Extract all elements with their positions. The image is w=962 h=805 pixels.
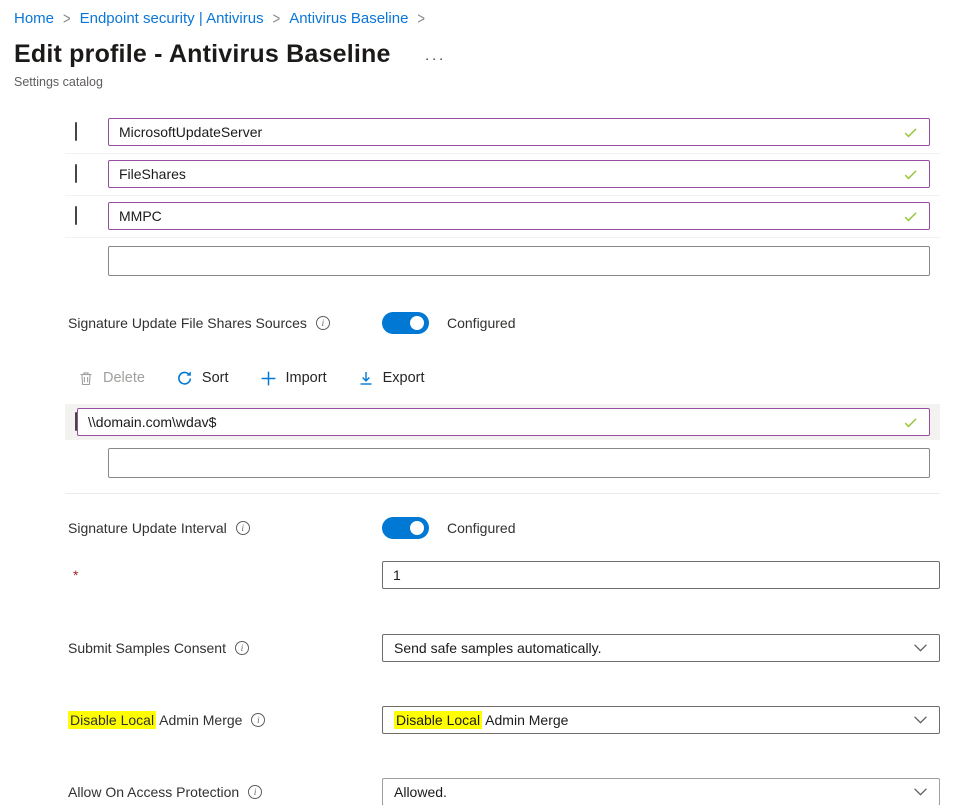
page-header: Home > Endpoint security | Antivirus > A… [0, 0, 962, 89]
source-input[interactable]: MicrosoftUpdateServer [108, 118, 930, 146]
interval-input[interactable]: 1 [382, 561, 940, 589]
breadcrumb-antivirus-baseline[interactable]: Antivirus Baseline [289, 10, 408, 27]
setting-label: Signature Update Interval [68, 520, 227, 536]
on-access-protection-setting: Allow On Access Protection i Allowed. [65, 778, 940, 805]
disable-local-admin-merge-setting: Disable Local Admin Merge i Disable Loca… [65, 706, 940, 734]
submit-samples-setting: Submit Samples Consent i Send safe sampl… [65, 634, 940, 662]
toggle-state-label: Configured [447, 315, 516, 331]
file-shares-sources-setting: Signature Update File Shares Sources i C… [65, 312, 940, 334]
list-item: MicrosoftUpdateServer [65, 112, 940, 154]
setting-label: Signature Update File Shares Sources [68, 315, 307, 331]
interval-value: 1 [393, 567, 401, 583]
submit-samples-dropdown[interactable]: Send safe samples automatically. [382, 634, 940, 662]
info-icon[interactable]: i [251, 713, 265, 727]
sort-refresh-icon [176, 370, 193, 387]
valid-check-icon [902, 166, 919, 183]
selected-option: Disable Local Admin Merge [394, 712, 568, 728]
import-button[interactable]: Import [260, 370, 327, 387]
breadcrumb-chevron-icon: > [63, 9, 71, 28]
selected-option: Allowed. [394, 784, 447, 800]
interval-value-row: * 1 [65, 561, 940, 589]
chevron-down-icon [913, 640, 928, 656]
more-menu-ellipsis-icon[interactable]: ··· [425, 50, 446, 67]
update-interval-setting: Signature Update Interval i Configured [65, 517, 940, 539]
configured-toggle[interactable] [382, 517, 429, 539]
setting-label: Disable Local Admin Merge [68, 712, 242, 728]
source-input[interactable]: MMPC [108, 202, 930, 230]
delete-button[interactable]: Delete [78, 370, 145, 387]
list-toolbar: Delete Sort Import [65, 365, 940, 391]
delete-label: Delete [103, 370, 145, 386]
new-source-input[interactable] [108, 246, 930, 276]
setting-label: Allow On Access Protection [68, 784, 239, 800]
page-subtitle: Settings catalog [14, 75, 948, 89]
list-item: FileShares [65, 154, 940, 196]
breadcrumb: Home > Endpoint security | Antivirus > A… [14, 10, 948, 27]
toggle-state-label: Configured [447, 520, 516, 536]
new-share-input[interactable] [108, 448, 930, 478]
valid-check-icon [902, 414, 919, 431]
chevron-down-icon [913, 712, 928, 728]
page-title: Edit profile - Antivirus Baseline [14, 40, 391, 69]
search-highlight: Disable Local [394, 711, 482, 729]
breadcrumb-home[interactable]: Home [14, 10, 54, 27]
download-icon [358, 370, 374, 387]
valid-check-icon [902, 124, 919, 141]
breadcrumb-chevron-icon: > [273, 9, 281, 28]
required-asterisk: * [65, 567, 382, 583]
share-value: \\domain.com\wdav$ [88, 414, 894, 430]
info-icon[interactable]: i [235, 641, 249, 655]
info-icon[interactable]: i [248, 785, 262, 799]
export-label: Export [383, 370, 425, 386]
info-icon[interactable]: i [316, 316, 330, 330]
source-input[interactable]: FileShares [108, 160, 930, 188]
trash-icon [78, 370, 94, 387]
source-value: MicrosoftUpdateServer [119, 124, 894, 140]
search-highlight: Disable Local [68, 711, 156, 729]
list-item: MMPC [65, 196, 940, 238]
breadcrumb-endpoint-security[interactable]: Endpoint security | Antivirus [80, 10, 264, 27]
sort-button[interactable]: Sort [176, 370, 229, 387]
setting-label: Submit Samples Consent [68, 640, 226, 656]
list-item-empty [65, 238, 940, 283]
info-icon[interactable]: i [236, 521, 250, 535]
signature-sources-list: MicrosoftUpdateServer FileShares [65, 112, 940, 283]
chevron-down-icon [913, 784, 928, 800]
edit-profile-page: Home > Endpoint security | Antivirus > A… [0, 0, 962, 805]
import-label: Import [286, 370, 327, 386]
valid-check-icon [902, 208, 919, 225]
source-value: FileShares [119, 166, 894, 182]
row-checkbox[interactable] [75, 206, 77, 225]
list-item-selected: \\domain.com\wdav$ [65, 404, 940, 440]
selected-option: Send safe samples automatically. [394, 640, 602, 656]
export-button[interactable]: Export [358, 370, 425, 387]
section-divider [65, 493, 940, 494]
sort-label: Sort [202, 370, 229, 386]
row-checkbox[interactable] [75, 122, 77, 141]
configured-toggle[interactable] [382, 312, 429, 334]
disable-local-admin-merge-dropdown[interactable]: Disable Local Admin Merge [382, 706, 940, 734]
plus-icon [260, 370, 277, 387]
breadcrumb-chevron-icon: > [417, 9, 425, 28]
row-checkbox[interactable] [75, 164, 77, 183]
on-access-protection-dropdown[interactable]: Allowed. [382, 778, 940, 805]
file-shares-list: \\domain.com\wdav$ [65, 404, 940, 478]
source-value: MMPC [119, 208, 894, 224]
share-input[interactable]: \\domain.com\wdav$ [77, 408, 930, 436]
